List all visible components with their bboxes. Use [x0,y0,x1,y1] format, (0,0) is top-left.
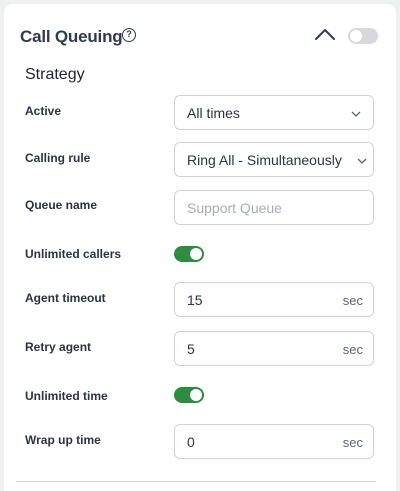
call-queuing-toggle[interactable] [348,28,378,44]
card-header[interactable]: Call Queuing ? [4,4,396,66]
wrap-up-time-label: Wrap up time [25,433,101,447]
calling-rule-select-value: Ring All - Simultaneously [187,152,342,168]
help-icon[interactable]: ? [122,28,136,42]
queue-name-label: Queue name [25,198,98,212]
queue-name-input[interactable] [175,191,373,224]
unlimited-time-label: Unlimited time [25,389,108,403]
active-label: Active [25,104,62,118]
toggle-knob [350,30,362,42]
toggle-knob [190,248,202,260]
wrap-up-time-field[interactable]: 0 sec [174,424,374,459]
retry-agent-unit: sec [342,342,363,357]
wrap-up-time-value: 0 [187,434,195,450]
calling-rule-select[interactable]: Ring All - Simultaneously [174,142,374,177]
unlimited-callers-label: Unlimited callers [25,247,122,261]
card-title: Call Queuing [20,27,123,46]
active-select-value: All times [187,105,240,121]
chevron-down-icon [351,111,361,117]
retry-agent-value: 5 [187,341,195,357]
wrap-up-time-unit: sec [342,435,363,450]
agent-timeout-field[interactable]: 15 sec [174,282,374,317]
retry-agent-label: Retry agent [25,340,92,354]
toggle-knob [190,389,202,401]
agent-timeout-label: Agent timeout [25,291,106,305]
chevron-up-icon[interactable] [313,26,337,42]
section-divider [16,481,376,482]
retry-agent-field[interactable]: 5 sec [174,331,374,366]
chevron-down-icon [357,158,367,164]
active-select[interactable]: All times [174,95,374,130]
agent-timeout-unit: sec [342,293,363,308]
unlimited-callers-toggle[interactable] [174,246,204,262]
call-queuing-card: Call Queuing ? Strategy Active All times… [4,4,396,491]
calling-rule-label: Calling rule [25,151,91,165]
strategy-title: Strategy [25,66,85,83]
queue-name-field[interactable] [174,190,374,225]
agent-timeout-value: 15 [187,292,203,308]
unlimited-time-toggle[interactable] [174,387,204,403]
